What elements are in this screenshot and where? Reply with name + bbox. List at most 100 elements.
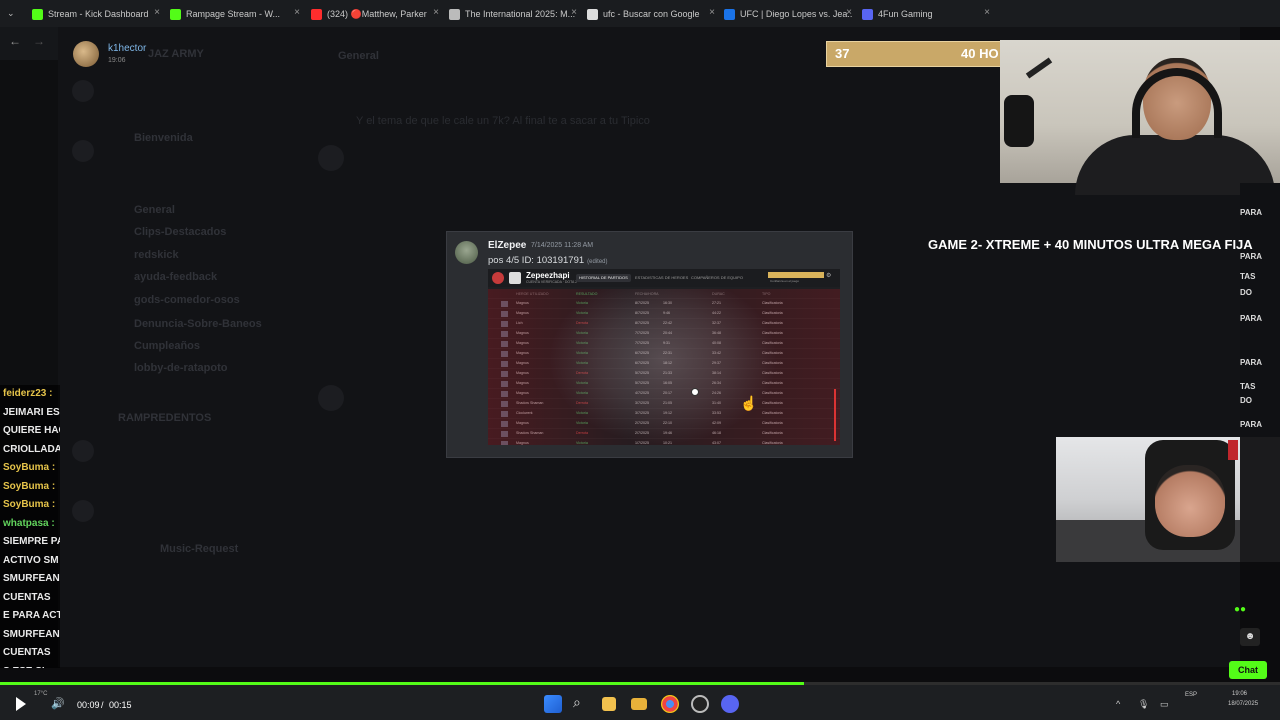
cell-date: 6/7/2025 xyxy=(635,351,649,355)
channel-item[interactable]: redskick xyxy=(134,249,179,261)
score-right: 40 HO xyxy=(961,46,999,61)
score-left: 37 xyxy=(835,46,850,61)
play-icon[interactable] xyxy=(16,697,26,711)
chat-send-button[interactable]: Chat xyxy=(1229,661,1267,679)
channel-item[interactable]: lobby-de-ratapoto xyxy=(134,362,228,374)
channel-item[interactable]: gods-comedor-osos xyxy=(134,294,240,306)
cell-hero: Magnus xyxy=(516,381,529,385)
tab-close-icon[interactable]: × xyxy=(846,7,852,18)
cell-dur: 36:48 xyxy=(712,331,721,335)
folder-icon[interactable] xyxy=(631,698,647,710)
hero-portrait-icon xyxy=(501,431,508,437)
table-row: Shadow Shaman Derrota 3/7/2025 31:40 Clasifi… xyxy=(488,398,840,408)
popout-username[interactable]: k1hector xyxy=(108,43,146,54)
search-icon[interactable]: ⌕ xyxy=(573,694,581,711)
cell-hero: Clockwerk xyxy=(516,411,533,415)
mic-icon[interactable]: 🎙 xyxy=(1138,699,1149,710)
tab-close-icon[interactable]: × xyxy=(984,7,990,18)
cell-time: 21:33 xyxy=(663,371,672,375)
chat-message: CRIOLLADA xyxy=(0,440,60,459)
cell-time: 9:31 xyxy=(663,341,670,345)
cell-hero: Magnus xyxy=(516,331,529,335)
emoji-button[interactable]: ☻ xyxy=(1240,628,1260,646)
hero-portrait-icon xyxy=(501,371,508,377)
monitor-icon[interactable]: ▭ xyxy=(1160,699,1169,710)
cell-dur: 33:53 xyxy=(712,411,721,415)
table-row: Magnus Victoria 8/7/2025 44:22 Clasificatori… xyxy=(488,308,840,318)
embed-brand: Zepeezhapi xyxy=(526,271,570,280)
zoom-cursor-icon xyxy=(691,388,699,396)
cell-date: 5/7/2025 xyxy=(635,371,649,375)
channel-item[interactable]: General xyxy=(134,204,175,216)
channel-item[interactable]: ayuda-feedback xyxy=(134,271,217,283)
chrome-icon[interactable] xyxy=(661,695,679,713)
tab-5[interactable]: UFC | Diego Lopes vs. Jea... × xyxy=(724,4,852,24)
channel-item[interactable]: Denuncia-Sobre-Baneos xyxy=(134,318,262,330)
language-indicator[interactable]: ESP xyxy=(1185,692,1197,698)
tab-close-icon[interactable]: × xyxy=(709,7,715,18)
cell-dur: 43:07 xyxy=(712,441,721,445)
cell-time: 16:30 xyxy=(663,301,672,305)
cell-result: Victoria xyxy=(576,421,588,425)
back-icon[interactable]: ← xyxy=(9,34,21,48)
time-total: 00:15 xyxy=(109,700,132,710)
tab-favicon-icon xyxy=(724,8,735,20)
cell-time: 10:21 xyxy=(663,441,672,445)
cell-dur: 46:18 xyxy=(712,431,721,435)
hero-portrait-icon xyxy=(501,381,508,387)
server-icon xyxy=(72,140,94,162)
tab-close-icon[interactable]: × xyxy=(433,7,439,18)
cell-time: 18:12 xyxy=(663,361,672,365)
discord-icon[interactable] xyxy=(721,695,739,713)
right-chat-fragment: TAS xyxy=(1240,272,1256,281)
user-avatar xyxy=(318,145,344,171)
table-header: HEROE UTILIZADO RESULTADO FECHA/HORA DURAC T… xyxy=(488,290,840,298)
clock-time[interactable]: 19:06 xyxy=(1232,691,1247,697)
cell-type: Clasificatoria xyxy=(762,361,783,365)
match-history-table: HEROE UTILIZADO RESULTADO FECHA/HORA DURAC T… xyxy=(488,290,840,445)
chat-message: SMURFEAN xyxy=(0,570,60,589)
backdrop-message: Y el tema de que le cale un 7k? Al final… xyxy=(356,115,650,127)
cell-dur: 32:37 xyxy=(712,321,721,325)
green-status-icons: ●● xyxy=(1234,604,1247,615)
windows-start-icon[interactable] xyxy=(544,695,562,713)
tab-close-icon[interactable]: × xyxy=(571,7,577,18)
forward-icon[interactable]: → xyxy=(33,34,45,48)
cell-hero: Magnus xyxy=(516,301,529,305)
channel-item[interactable]: Clips-Destacados xyxy=(134,226,226,238)
message-author[interactable]: ElZepee xyxy=(488,240,526,251)
message-author-avatar[interactable] xyxy=(455,241,478,264)
tab-2[interactable]: (324) 🔴Matthew, Parker × xyxy=(311,4,439,24)
tab-6[interactable]: 4Fun Gaming × xyxy=(862,4,990,24)
tab-favicon-icon xyxy=(32,8,43,20)
tab-search-menu-icon[interactable]: ⌄ xyxy=(7,8,15,19)
right-chat-fragment: PARA xyxy=(1240,208,1263,217)
weather-widget[interactable]: 17°C xyxy=(34,691,47,697)
clock-date[interactable]: 18/07/2025 xyxy=(1228,701,1258,707)
right-chat-fragment: DO xyxy=(1240,288,1252,297)
cell-type: Clasificatoria xyxy=(762,401,783,405)
cell-time: 9:46 xyxy=(663,311,670,315)
tab-0[interactable]: Stream - Kick Dashboard × xyxy=(32,4,160,24)
channel-item[interactable]: Cumpleaños xyxy=(134,340,200,352)
obs-icon[interactable] xyxy=(691,695,709,713)
table-row: Magnus Victoria 5/7/2025 26:34 Clasificatori… xyxy=(488,378,840,388)
cell-hero: Magnus xyxy=(516,351,529,355)
image-attachment[interactable]: Zepeezhapi CUENTA VERIFICADA · DOTA 2 HI… xyxy=(488,269,840,445)
tab-1[interactable]: Rampage Stream - W... × xyxy=(170,4,300,24)
channel-item[interactable]: Bienvenida xyxy=(134,132,193,144)
tab-close-icon[interactable]: × xyxy=(154,7,160,18)
volume-icon[interactable]: 🔊 xyxy=(51,697,65,710)
table-row: Magnus Victoria 1/7/2025 43:07 Clasificatori… xyxy=(488,438,840,445)
cell-time: 22:42 xyxy=(663,321,672,325)
tab-close-icon[interactable]: × xyxy=(294,7,300,18)
tray-chevron-icon[interactable]: ^ xyxy=(1116,699,1120,709)
popout-user-avatar[interactable] xyxy=(73,41,99,67)
cell-hero: Shadow Shaman xyxy=(516,431,544,435)
file-manager-icon[interactable] xyxy=(602,697,616,711)
right-chat-fragment: PARA xyxy=(1240,420,1263,429)
cell-result: Derrota xyxy=(576,371,588,375)
tab-4[interactable]: ufc - Buscar con Google × xyxy=(587,4,715,24)
tab-3[interactable]: The International 2025: M... × xyxy=(449,4,577,24)
game-title: GAME 2- XTREME + 40 MINUTOS ULTRA MEGA F… xyxy=(928,237,1253,252)
